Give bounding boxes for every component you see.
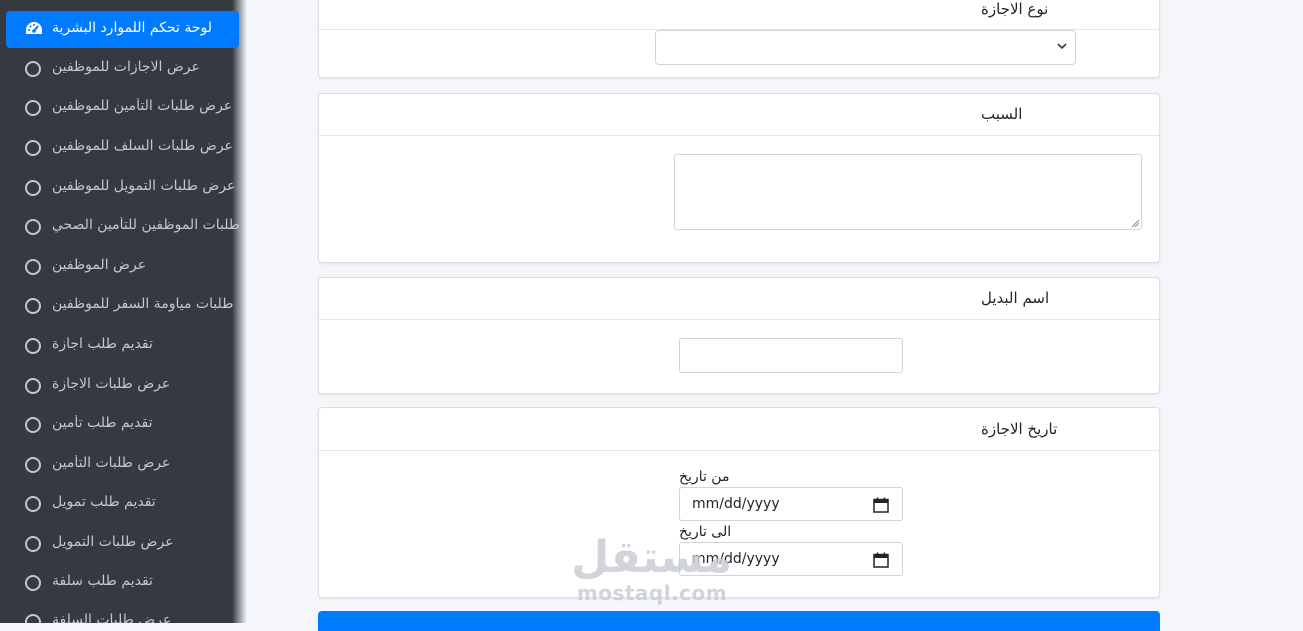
circle-icon <box>25 338 41 354</box>
sidebar-item-employee-finance-requests[interactable]: عرض طلبات التمويل للموظفين <box>0 170 240 206</box>
card-header: نوع الاجازة <box>319 0 1159 30</box>
substitute-title: اسم البديل <box>981 289 1050 307</box>
circle-icon <box>25 417 41 433</box>
circle-icon <box>25 219 41 235</box>
sidebar-item-label: تقديم طلب سلفة <box>52 573 153 589</box>
circle-icon <box>25 259 41 275</box>
watermark-arabic: مستقل <box>571 532 732 583</box>
mostaql-watermark: مستقل mostaql.com <box>571 532 732 605</box>
card-header: اسم البديل <box>319 278 1159 320</box>
calendar-icon[interactable] <box>873 497 889 513</box>
from-date-placeholder: mm/dd/yyyy <box>692 496 780 512</box>
card-header: السبب <box>319 94 1159 136</box>
resize-grip-icon[interactable] <box>1132 220 1139 227</box>
tachometer-icon <box>26 22 42 34</box>
sidebar-item-label: لوحة تحكم اللموارد البشرية <box>52 20 212 36</box>
sidebar: لوحة تحكم اللموارد البشرية عرض الاجازات … <box>0 0 246 623</box>
reason-card: السبب <box>318 93 1160 263</box>
circle-icon <box>25 100 41 116</box>
sidebar-item-health-insurance-requests[interactable]: طلبات الموظفين للتأمين الصحي <box>0 209 240 245</box>
main-content: نوع الاجازة السبب اسم البديل تاريخ الاجا… <box>260 0 1303 631</box>
chevron-down-icon <box>1057 43 1067 50</box>
sidebar-item-employee-insurance-requests[interactable]: عرض طلبات التأمين للموظفين <box>0 90 240 126</box>
circle-icon <box>25 496 41 512</box>
sidebar-item-submit-leave[interactable]: تقديم طلب اجازة <box>0 328 240 364</box>
sidebar-item-label: عرض طلبات السلف للموظفين <box>52 138 233 154</box>
circle-icon <box>25 61 41 77</box>
circle-icon <box>25 614 41 623</box>
sidebar-item-finance-requests[interactable]: عرض طلبات التمويل <box>0 526 240 562</box>
sidebar-item-label: عرض طلبات التمويل للموظفين <box>52 178 236 194</box>
sidebar-item-employees[interactable]: عرض الموظفين <box>0 249 240 285</box>
sidebar-item-label: تقديم طلب تأمين <box>52 415 153 431</box>
submit-button[interactable] <box>318 611 1160 631</box>
sidebar-item-submit-advance[interactable]: تقديم طلب سلفة <box>0 565 240 601</box>
sidebar-item-insurance-requests[interactable]: عرض طلبات التأمين <box>0 447 240 483</box>
substitute-name-input[interactable] <box>679 338 903 373</box>
leave-type-card: نوع الاجازة <box>318 0 1160 78</box>
sidebar-item-label: عرض طلبات التأمين للموظفين <box>52 98 233 114</box>
circle-icon <box>25 575 41 591</box>
sidebar-item-label: تقديم طلب اجازة <box>52 336 153 352</box>
circle-icon <box>25 140 41 156</box>
sidebar-item-travel-allowance-requests[interactable]: طلبات مياومة السفر للموظفين <box>0 288 240 324</box>
sidebar-item-leave-requests[interactable]: عرض طلبات الاجازة <box>0 368 240 404</box>
reason-title: السبب <box>981 105 1023 123</box>
sidebar-item-submit-insurance[interactable]: تقديم طلب تأمين <box>0 407 240 443</box>
substitute-card: اسم البديل <box>318 277 1160 394</box>
sidebar-item-label: طلبات الموظفين للتأمين الصحي <box>52 217 240 233</box>
circle-icon <box>25 298 41 314</box>
from-date-label: من تاريخ <box>679 469 730 485</box>
sidebar-item-label: طلبات مياومة السفر للموظفين <box>52 296 234 312</box>
sidebar-item-submit-finance[interactable]: تقديم طلب تمويل <box>0 486 240 522</box>
sidebar-item-label: عرض طلبات السلفة <box>52 612 172 623</box>
sidebar-item-hr-dashboard[interactable]: لوحة تحكم اللموارد البشرية <box>6 11 239 48</box>
reason-textarea[interactable] <box>674 154 1142 230</box>
sidebar-item-advance-requests[interactable]: عرض طلبات السلفة <box>0 604 240 623</box>
sidebar-item-label: عرض طلبات التأمين <box>52 455 171 471</box>
sidebar-item-label: عرض الاجازات للموظفين <box>52 59 200 75</box>
sidebar-item-employee-leaves[interactable]: عرض الاجازات للموظفين <box>0 51 240 87</box>
circle-icon <box>25 536 41 552</box>
sidebar-item-label: عرض طلبات الاجازة <box>52 376 171 392</box>
leave-type-select[interactable] <box>655 30 1076 65</box>
circle-icon <box>25 378 41 394</box>
leave-type-title: نوع الاجازة <box>981 0 1049 18</box>
leave-date-card: تاريخ الاجازة من تاريخ mm/dd/yyyy الى تا… <box>318 407 1160 598</box>
calendar-icon[interactable] <box>873 552 889 568</box>
sidebar-item-label: عرض الموظفين <box>52 257 147 273</box>
sidebar-item-employee-advance-requests[interactable]: عرض طلبات السلف للموظفين <box>0 130 240 166</box>
from-date-input[interactable]: mm/dd/yyyy <box>679 487 903 521</box>
circle-icon <box>25 457 41 473</box>
leave-date-title: تاريخ الاجازة <box>981 420 1058 438</box>
sidebar-item-label: تقديم طلب تمويل <box>52 494 156 510</box>
circle-icon <box>25 180 41 196</box>
card-header: تاريخ الاجازة <box>319 408 1159 451</box>
sidebar-item-label: عرض طلبات التمويل <box>52 534 174 550</box>
watermark-latin: mostaql.com <box>576 581 728 605</box>
